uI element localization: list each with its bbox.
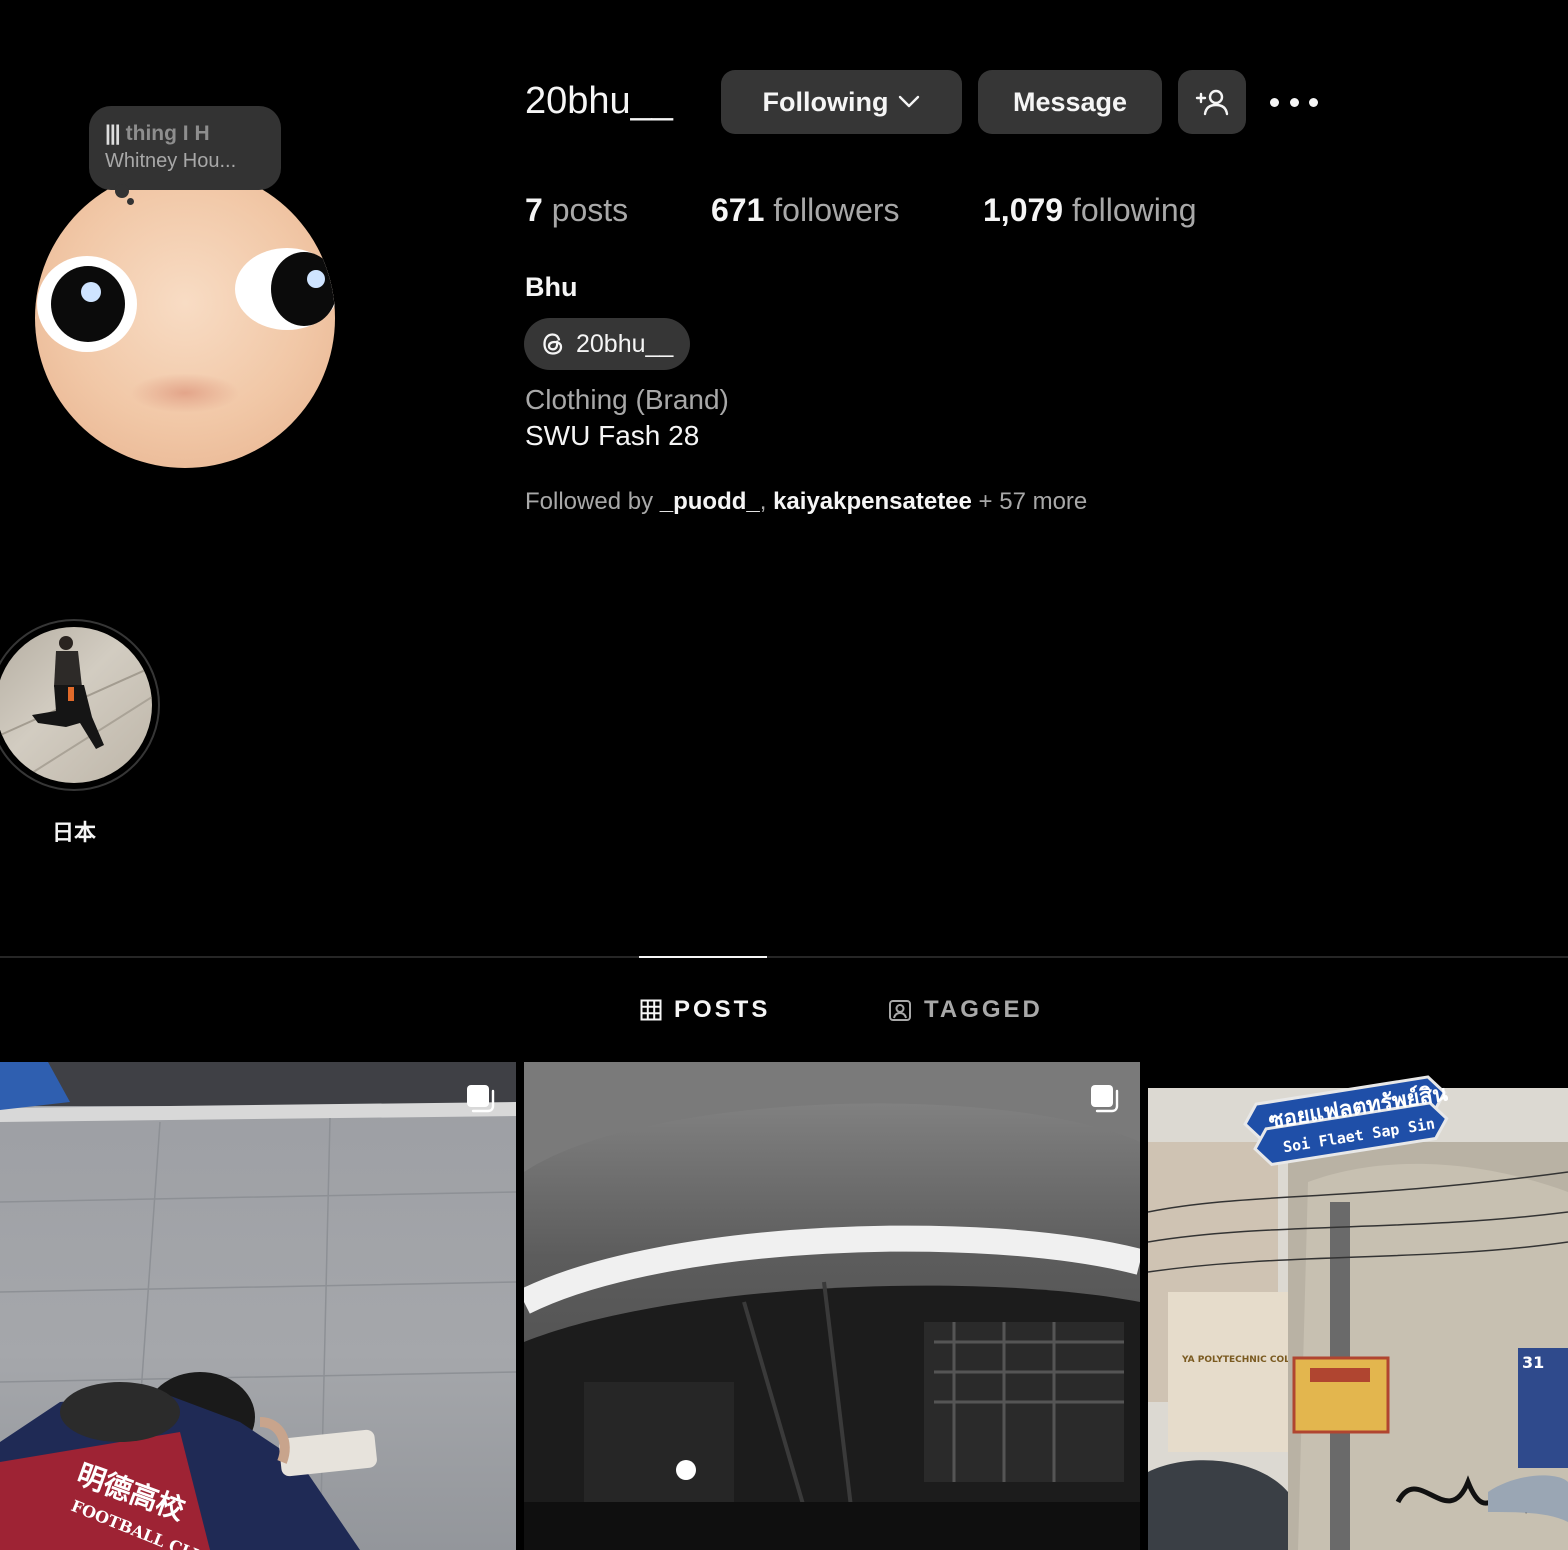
followers-count-stat[interactable]: 671 followers (711, 192, 900, 229)
note-bubble-dot-small (127, 198, 134, 205)
post-thumbnail[interactable] (524, 1062, 1140, 1550)
add-user-icon (1195, 89, 1229, 116)
chevron-down-icon (899, 95, 920, 108)
threads-link[interactable]: 20bhu__ (524, 318, 690, 370)
threads-handle: 20bhu__ (576, 329, 674, 358)
story-highlight-label: 日本 (52, 820, 97, 845)
followed-by-user[interactable]: _puodd_ (660, 488, 760, 515)
suggested-users-button[interactable] (1178, 70, 1246, 134)
avatar-right-eye (235, 248, 335, 330)
threads-icon (543, 333, 563, 355)
tagged-icon (889, 1000, 911, 1021)
avatar-left-eye (37, 256, 137, 352)
message-button-label: Message (1012, 86, 1128, 117)
tab-posts[interactable]: POSTS (640, 996, 770, 1024)
audio-bars-icon: ||| (105, 122, 121, 145)
post-image: 明德高校 FOOTBALL CLUB (0, 1062, 516, 1550)
following-button[interactable]: Following (721, 70, 962, 134)
active-tab-indicator (639, 956, 767, 958)
tabs-divider (0, 956, 1568, 958)
profile-username: 20bhu__ (525, 80, 673, 122)
tab-tagged[interactable]: TAGGED (888, 996, 1043, 1024)
profile-category: Clothing (Brand) (525, 384, 729, 415)
profile-avatar[interactable] (35, 168, 335, 468)
following-count-stat[interactable]: 1,079 following (983, 192, 1196, 229)
story-highlight-cover (0, 627, 152, 783)
profile-page: ||| thing I H Whitney Hou... 20bhu__ Foll… (0, 0, 1568, 1550)
profile-bio: SWU Fash 28 (525, 420, 700, 451)
note-bubble-dot (115, 184, 129, 198)
svg-text:31: 31 (1522, 1353, 1544, 1372)
posts-count-stat: 7 posts (525, 192, 629, 228)
post-thumbnail[interactable]: YA POLYTECHNIC COLLEGE ซอยแฟลตทรัพย์สิน … (1148, 1062, 1568, 1550)
following-button-label: Following (762, 86, 889, 117)
more-options-icon[interactable] (1270, 86, 1318, 118)
avatar-mouth (130, 373, 240, 413)
profile-full-name: Bhu (525, 272, 578, 302)
post-image: YA POLYTECHNIC COLLEGE ซอยแฟลตทรัพย์สิน … (1148, 1062, 1568, 1550)
message-button[interactable]: Message (978, 70, 1162, 134)
grid-icon (640, 999, 662, 1021)
story-highlight[interactable] (0, 619, 160, 791)
post-image (524, 1062, 1140, 1550)
tab-posts-label: POSTS (674, 996, 771, 1023)
tab-tagged-label: TAGGED (924, 996, 1043, 1023)
note-artist: Whitney Hou... (105, 150, 237, 172)
carousel-icon (467, 1085, 495, 1113)
note-song-title: ||| thing I H (105, 122, 210, 145)
followed-by[interactable]: Followed by _puodd_, kaiyakpensatetee + … (525, 488, 1087, 516)
carousel-icon (1091, 1085, 1119, 1113)
post-thumbnail[interactable]: 明德高校 FOOTBALL CLUB (0, 1062, 516, 1550)
followed-by-user[interactable]: kaiyakpensatetee (773, 488, 972, 515)
profile-note[interactable]: ||| thing I H Whitney Hou... (89, 106, 281, 190)
